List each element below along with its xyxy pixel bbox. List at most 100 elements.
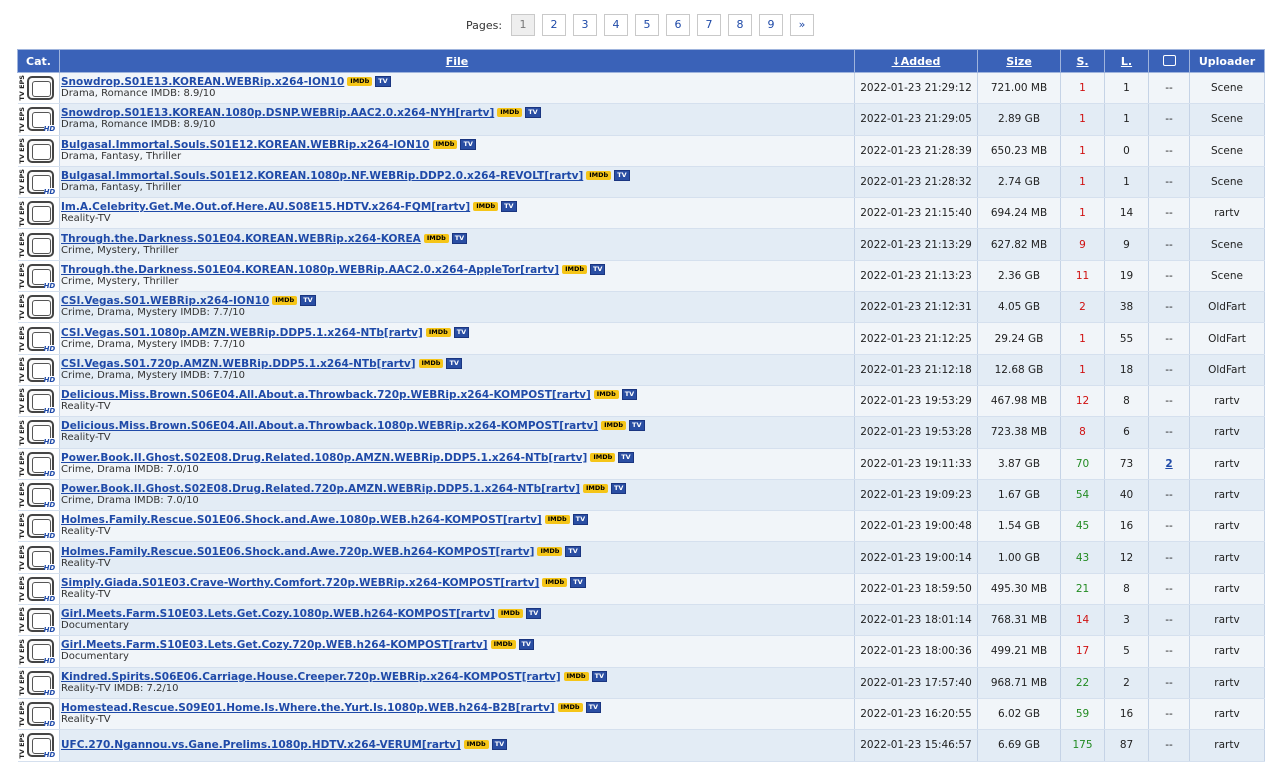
torrent-title-link[interactable]: CSI.Vegas.S01.WEBRip.x264-ION10: [61, 295, 269, 307]
tv-badge[interactable]: TV: [590, 263, 606, 275]
torrent-title-link[interactable]: Simply.Giada.S01E03.Crave-Worthy.Comfort…: [61, 577, 539, 589]
category-cell[interactable]: TV EPS: [17, 228, 60, 261]
imdb-badge[interactable]: IMDb: [537, 546, 563, 556]
tv-badge[interactable]: TV: [453, 326, 470, 338]
category-cell[interactable]: TV EPS: [17, 72, 60, 105]
category-cell[interactable]: TV EPS HD: [17, 510, 60, 543]
tv-badge[interactable]: TV: [610, 483, 627, 494]
imdb-badge[interactable]: IMDb: [544, 515, 570, 525]
tv-badge[interactable]: TV: [629, 420, 645, 432]
imdb-badge[interactable]: IMDb: [347, 77, 373, 87]
tv-badge[interactable]: TV: [446, 357, 462, 369]
torrent-title-link[interactable]: Girl.Meets.Farm.S10E03.Lets.Get.Cozy.720…: [61, 639, 488, 651]
header-comments[interactable]: [1148, 49, 1190, 73]
torrent-title-link[interactable]: Power.Book.II.Ghost.S02E08.Drug.Related.…: [61, 452, 587, 464]
tv-hd-category-icon[interactable]: TV EPS HD: [18, 168, 58, 197]
pagination-page[interactable]: 2: [542, 14, 567, 36]
pagination-page[interactable]: 3: [573, 14, 598, 36]
tv-badge[interactable]: TV: [525, 608, 542, 620]
category-cell[interactable]: TV EPS: [17, 135, 60, 167]
imdb-badge[interactable]: IMDb: [497, 609, 523, 619]
torrent-title-link[interactable]: Through.the.Darkness.S01E04.KOREAN.1080p…: [61, 264, 559, 276]
torrent-title-link[interactable]: Power.Book.II.Ghost.S02E08.Drug.Related.…: [61, 483, 580, 495]
imdb-badge[interactable]: IMDb: [590, 452, 616, 462]
torrent-title-link[interactable]: Girl.Meets.Farm.S10E03.Lets.Get.Cozy.108…: [61, 608, 495, 620]
pagination-page[interactable]: 1: [511, 14, 536, 36]
tv-badge[interactable]: TV: [501, 201, 517, 213]
tv-badge[interactable]: TV: [618, 451, 634, 463]
tv-hd-category-icon[interactable]: TV EPS HD: [18, 324, 58, 353]
pagination-page[interactable]: 5: [635, 14, 660, 36]
tv-hd-category-icon[interactable]: TV EPS HD: [18, 449, 58, 478]
category-cell[interactable]: TV EPS HD: [17, 416, 60, 449]
torrent-title-link[interactable]: Holmes.Family.Rescue.S01E06.Shock.and.Aw…: [61, 546, 534, 558]
tv-hd-category-icon[interactable]: TV EPS HD: [18, 387, 58, 416]
torrent-title-link[interactable]: UFC.270.Ngannou.vs.Gane.Prelims.1080p.HD…: [61, 739, 461, 751]
torrent-title-link[interactable]: Im.A.Celebrity.Get.Me.Out.of.Here.AU.S08…: [61, 201, 470, 213]
tv-category-icon[interactable]: TV EPS: [18, 74, 58, 103]
category-cell[interactable]: TV EPS: [17, 291, 60, 324]
tv-hd-category-icon[interactable]: TV EPS HD: [18, 700, 58, 729]
tv-badge[interactable]: TV: [572, 514, 589, 526]
torrent-title-link[interactable]: Bulgasal.Immortal.Souls.S01E12.KOREAN.10…: [61, 170, 583, 182]
torrent-title-link[interactable]: Homestead.Rescue.S09E01.Home.Is.Where.th…: [61, 702, 555, 714]
tv-badge[interactable]: TV: [614, 170, 630, 182]
torrent-title-link[interactable]: Through.the.Darkness.S01E04.KOREAN.WEBRi…: [61, 233, 421, 245]
header-file[interactable]: File: [59, 49, 855, 73]
tv-badge[interactable]: TV: [585, 702, 602, 714]
tv-hd-category-icon[interactable]: TV EPS HD: [18, 543, 58, 572]
tv-badge[interactable]: TV: [460, 138, 476, 150]
category-cell[interactable]: TV EPS HD: [17, 103, 60, 136]
tv-hd-category-icon[interactable]: TV EPS HD: [18, 637, 58, 666]
category-cell[interactable]: TV EPS HD: [17, 448, 60, 480]
category-cell[interactable]: TV EPS HD: [17, 166, 60, 199]
torrent-title-link[interactable]: Delicious.Miss.Brown.S06E04.All.About.a.…: [61, 420, 598, 432]
torrent-title-link[interactable]: Snowdrop.S01E13.KOREAN.1080p.DSNP.WEBRip…: [61, 107, 494, 119]
imdb-badge[interactable]: IMDb: [497, 108, 523, 118]
tv-category-icon[interactable]: TV EPS: [18, 199, 58, 228]
tv-badge[interactable]: TV: [518, 639, 534, 651]
tv-hd-category-icon[interactable]: TV EPS HD: [18, 418, 58, 447]
tv-hd-category-icon[interactable]: TV EPS HD: [18, 355, 58, 384]
tv-category-icon[interactable]: TV EPS: [18, 230, 58, 259]
tv-badge[interactable]: TV: [570, 576, 586, 588]
imdb-badge[interactable]: IMDb: [418, 358, 444, 368]
tv-hd-category-icon[interactable]: TV EPS HD: [18, 668, 58, 697]
pagination-page[interactable]: 8: [728, 14, 753, 36]
comments-count-link[interactable]: 2: [1165, 458, 1172, 470]
imdb-badge[interactable]: IMDb: [601, 421, 627, 431]
imdb-badge[interactable]: IMDb: [563, 671, 589, 681]
tv-badge[interactable]: TV: [565, 545, 581, 557]
header-leechers[interactable]: L.: [1104, 49, 1149, 73]
imdb-badge[interactable]: IMDb: [562, 264, 587, 274]
category-cell[interactable]: TV EPS HD: [17, 729, 60, 762]
torrent-title-link[interactable]: Holmes.Family.Rescue.S01E06.Shock.and.Aw…: [61, 514, 542, 526]
tv-badge[interactable]: TV: [300, 295, 316, 307]
category-cell[interactable]: TV EPS HD: [17, 604, 60, 637]
imdb-badge[interactable]: IMDb: [542, 577, 568, 587]
imdb-badge[interactable]: IMDb: [473, 202, 499, 212]
imdb-badge[interactable]: IMDb: [425, 327, 451, 337]
tv-badge[interactable]: TV: [375, 76, 391, 88]
header-seeders[interactable]: S.: [1060, 49, 1105, 73]
category-cell[interactable]: TV EPS HD: [17, 385, 60, 418]
category-cell[interactable]: TV EPS HD: [17, 479, 60, 512]
tv-badge[interactable]: TV: [525, 107, 541, 119]
tv-category-icon[interactable]: TV EPS: [18, 293, 58, 322]
imdb-badge[interactable]: IMDb: [423, 233, 449, 243]
imdb-badge[interactable]: IMDb: [272, 296, 298, 306]
category-cell[interactable]: TV EPS HD: [17, 635, 60, 668]
imdb-badge[interactable]: IMDb: [490, 640, 516, 650]
imdb-badge[interactable]: IMDb: [586, 171, 612, 181]
tv-badge[interactable]: TV: [621, 389, 638, 401]
pagination-next[interactable]: »: [790, 14, 815, 36]
pagination-page[interactable]: 7: [697, 14, 722, 36]
tv-hd-category-icon[interactable]: TV EPS HD: [18, 574, 58, 603]
torrent-title-link[interactable]: Delicious.Miss.Brown.S06E04.All.About.a.…: [61, 389, 591, 401]
tv-badge[interactable]: TV: [591, 670, 608, 682]
pagination-page[interactable]: 9: [759, 14, 784, 36]
torrent-title-link[interactable]: CSI.Vegas.S01.1080p.AMZN.WEBRip.DDP5.1.x…: [61, 327, 423, 339]
category-cell[interactable]: TV EPS: [17, 197, 60, 230]
tv-category-icon[interactable]: TV EPS: [18, 136, 58, 165]
category-cell[interactable]: TV EPS HD: [17, 698, 60, 731]
